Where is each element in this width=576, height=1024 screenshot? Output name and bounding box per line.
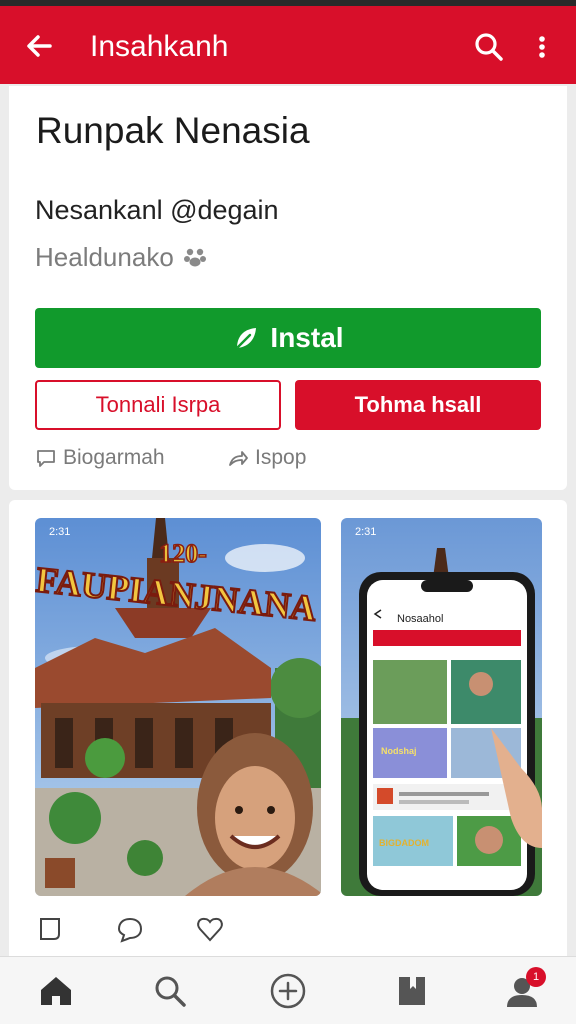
home-icon[interactable] [36,971,76,1011]
comments-link[interactable]: Biogarmah [35,446,165,470]
share-icon [229,451,248,466]
developer-name[interactable]: Nesankanl @degain [35,194,279,226]
install-label: Instal [270,322,344,353]
phone-card-text-2: BIGDADOM [379,838,429,848]
share-link[interactable]: Ispop [227,446,306,470]
app-bar-title: Insahkanh [90,30,229,63]
secondary-filled-button[interactable]: Tohma hsall [295,380,541,430]
category-row: Healdunako [35,242,208,272]
comment-bubble-icon[interactable] [115,914,145,944]
more-vertical-icon[interactable] [528,28,556,66]
back-arrow-icon[interactable] [20,26,60,66]
status-time: 2:31 [49,526,71,538]
add-circle-icon[interactable] [268,971,308,1011]
post-actions [35,914,225,944]
library-icon[interactable] [392,971,432,1011]
secondary-outline-button[interactable]: Tonnali Isrpa [35,380,281,430]
app-title: Runpak Nenasia [36,110,310,151]
comment-icon [37,450,55,467]
install-button[interactable]: Instal [35,308,541,368]
app-info-card: Runpak Nenasia Nesankanl @degain Healdun… [9,86,567,490]
app-bar: Insahkanh [0,0,576,84]
profile-icon[interactable]: 1 [502,967,546,1011]
bookmark-outline-icon[interactable] [35,914,65,944]
nav-search-icon[interactable] [150,971,190,1011]
heart-icon[interactable] [195,914,225,944]
bottom-navigation: 1 [0,956,576,1024]
search-icon[interactable] [470,28,508,66]
comments-label: Biogarmah [63,446,165,469]
phone-card-text-1: Nodshaj [381,746,417,756]
phone-title: Nosaahol [397,613,443,625]
category-label: Healdunako [35,241,174,272]
paw-icon [182,244,208,270]
screenshot-1[interactable]: 120- FAUPIANJNANA 2:31 [35,518,321,896]
share-label: Ispop [255,446,307,469]
banner-top-text: 120- [159,539,207,568]
screenshot-2[interactable]: Nosaahol Nodshaj BIGDADOM 2:31 [341,518,542,896]
notification-badge: 1 [526,967,546,987]
screenshots-card: 120- FAUPIANJNANA 2:31 Nosaahol Nodshaj … [9,500,567,956]
leaf-icon [237,328,257,349]
status-time-2: 2:31 [355,526,377,538]
